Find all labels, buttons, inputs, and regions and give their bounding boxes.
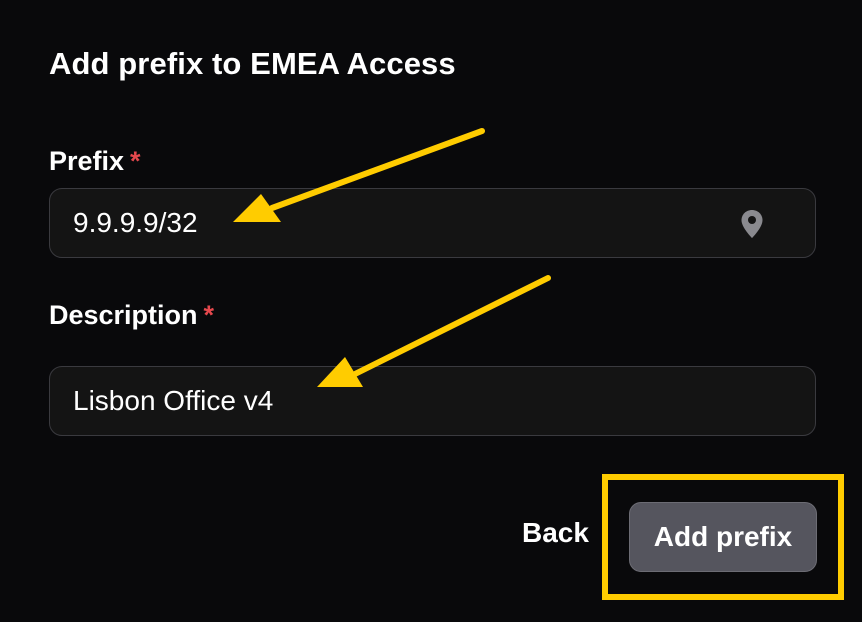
prefix-label-text: Prefix bbox=[49, 146, 125, 176]
description-input[interactable] bbox=[50, 367, 815, 435]
dialog-title: Add prefix to EMEA Access bbox=[49, 46, 456, 81]
required-marker: * bbox=[203, 300, 215, 330]
back-button[interactable]: Back bbox=[522, 517, 589, 549]
description-field[interactable] bbox=[49, 366, 816, 436]
prefix-label: Prefix * bbox=[49, 146, 141, 177]
required-marker: * bbox=[130, 146, 141, 176]
description-label: Description * bbox=[49, 300, 214, 331]
map-pin-icon bbox=[741, 210, 763, 238]
prefix-field[interactable] bbox=[49, 188, 816, 258]
annotation-highlight-box bbox=[602, 474, 844, 600]
prefix-input[interactable] bbox=[50, 189, 815, 257]
description-label-text: Description bbox=[49, 300, 198, 330]
